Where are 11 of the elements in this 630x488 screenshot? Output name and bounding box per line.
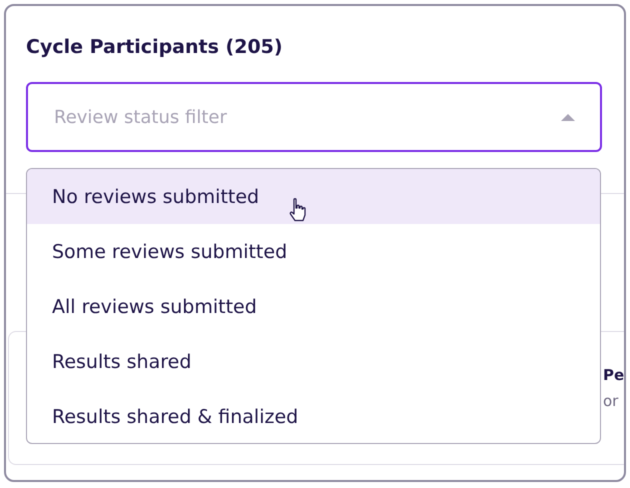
card-heading: Pe (603, 366, 624, 384)
dropdown-option[interactable]: No reviews submitted (27, 169, 600, 224)
caret-icon (560, 113, 576, 122)
card-title: Cycle Participants (205) (26, 36, 284, 60)
dropdown-option[interactable]: Results shared & finalized (27, 389, 600, 443)
dropdown-option[interactable]: All reviews submitted (27, 279, 600, 334)
hand-pointer-icon (289, 198, 307, 222)
card-text: or (603, 392, 620, 410)
dropdown-option[interactable]: Results shared (27, 334, 600, 389)
review-status-filter[interactable]: Review status filter (26, 82, 602, 152)
dropdown-option[interactable]: Some reviews submitted (27, 224, 600, 279)
